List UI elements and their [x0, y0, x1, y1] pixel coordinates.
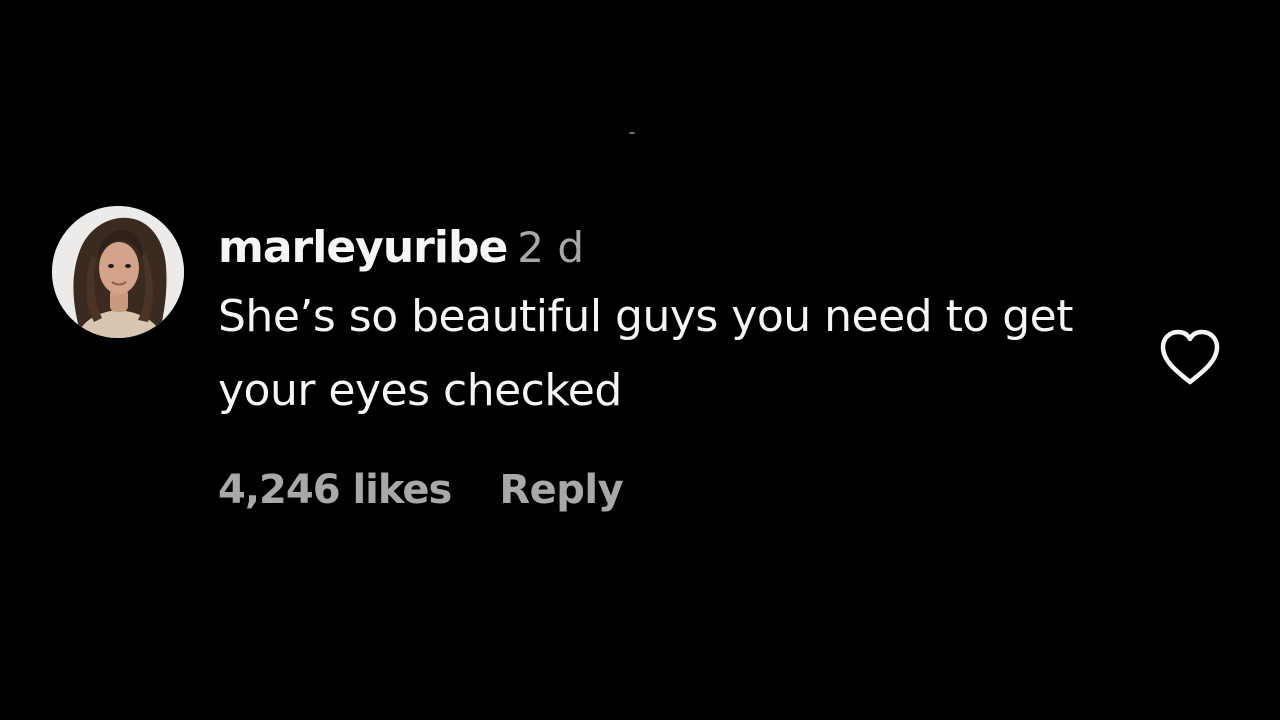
comment-header: marleyuribe 2 d — [218, 220, 1128, 276]
comment-item: marleyuribe 2 d She’s so beautiful guys y… — [52, 206, 1232, 536]
username-link[interactable]: marleyuribe — [218, 222, 508, 273]
comment-text: She’s so beautiful guys you need to get … — [218, 291, 1073, 416]
comment-actions: 4,246 likes Reply — [218, 462, 1128, 518]
heart-outline-icon — [1160, 329, 1220, 385]
likes-count[interactable]: 4,246 likes — [218, 467, 452, 513]
comment-view: marleyuribe 2 d She’s so beautiful guys y… — [0, 0, 1280, 720]
comment-body: marleyuribe 2 d She’s so beautiful guys y… — [218, 220, 1128, 518]
comment-timestamp: 2 d — [517, 223, 585, 272]
profile-photo-icon — [52, 206, 184, 338]
avatar[interactable] — [52, 206, 184, 338]
reply-button[interactable]: Reply — [499, 467, 623, 513]
like-button[interactable] — [1157, 328, 1223, 388]
divider-mark — [629, 132, 635, 134]
